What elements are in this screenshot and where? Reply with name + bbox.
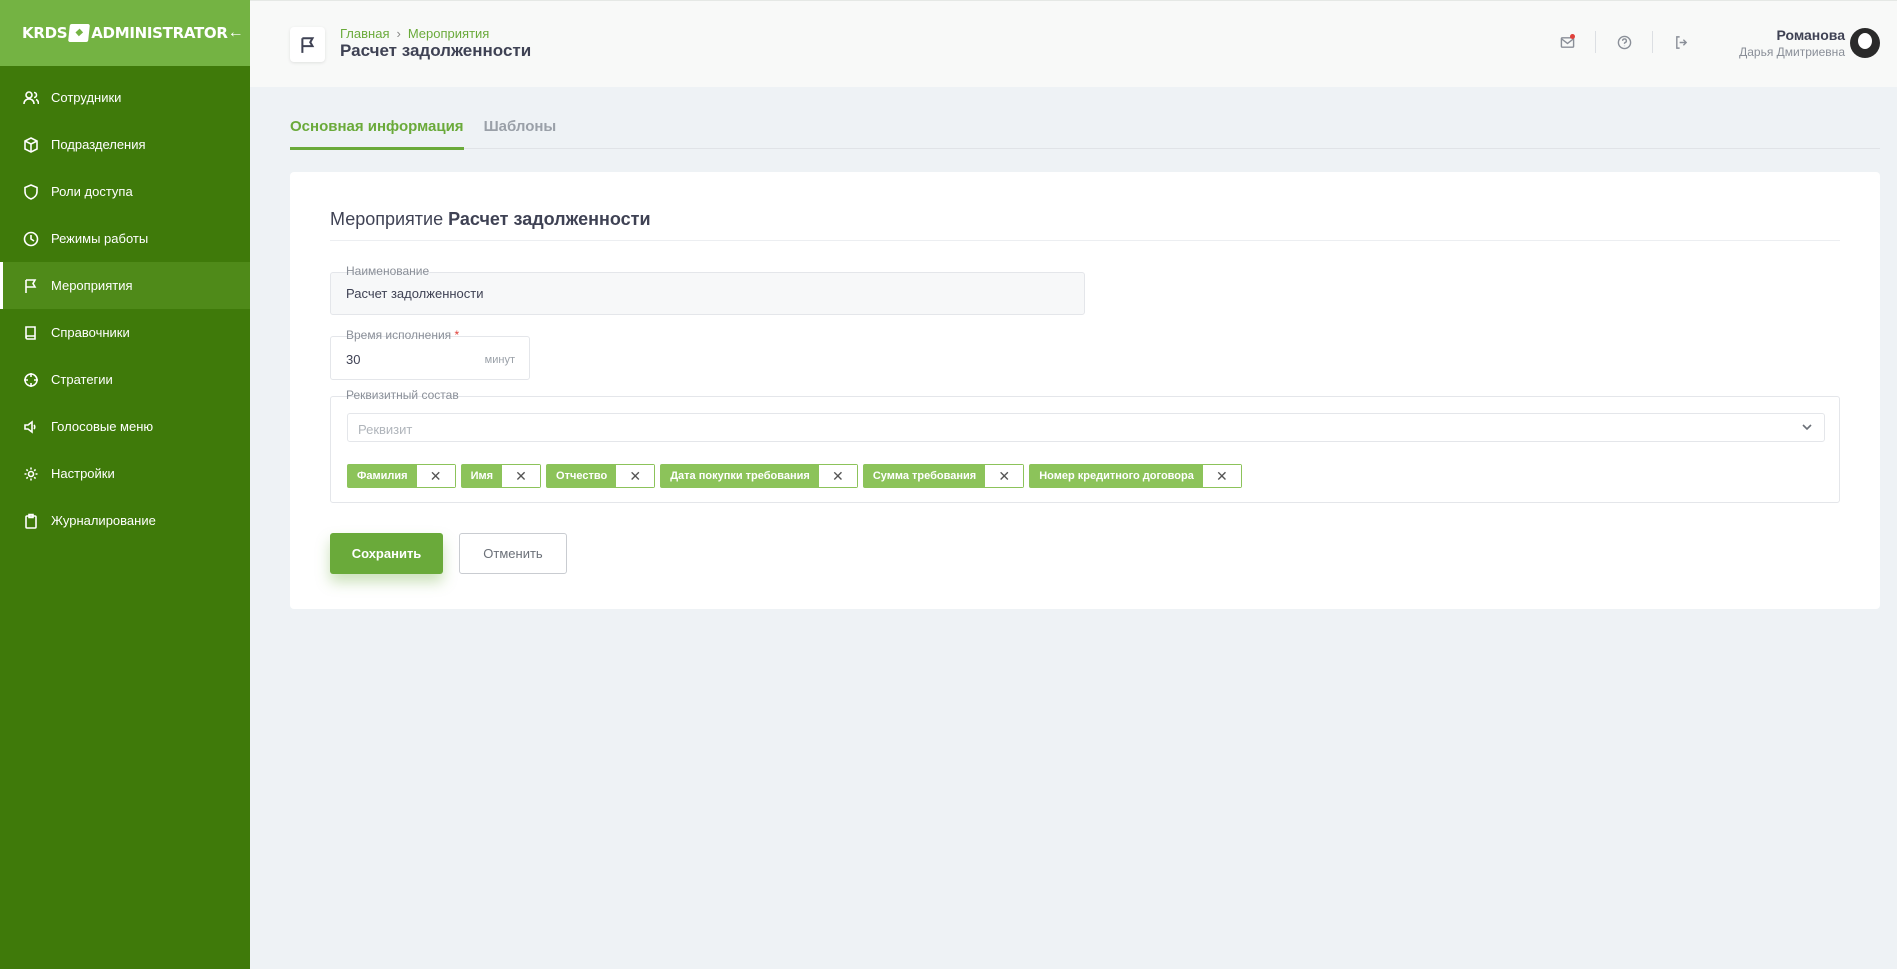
flag-icon (290, 27, 325, 62)
requisites-label: Реквизитный состав (344, 388, 461, 402)
clipboard-icon (23, 513, 39, 529)
sidebar-item-label: Мероприятия (51, 278, 133, 293)
sidebar: KRDS ◆ ADMINISTRATOR ← Сотрудники Подраз… (0, 0, 250, 969)
chip-purchase-date: Дата покупки требования ✕ (660, 464, 858, 488)
sidebar-item-schedules[interactable]: Режимы работы (0, 215, 250, 262)
speaker-icon (23, 419, 39, 435)
close-icon[interactable]: ✕ (616, 465, 655, 487)
sidebar-item-logging[interactable]: Журналирование (0, 497, 250, 544)
chip-label: Номер кредитного договора (1030, 465, 1203, 487)
logo-text-right: ADMINISTRATOR (91, 24, 228, 42)
breadcrumb: Главная › Мероприятия (340, 26, 489, 41)
sidebar-item-label: Роли доступа (51, 184, 133, 199)
sidebar-item-label: Стратегии (51, 372, 113, 387)
logo-cube-icon: ◆ (68, 24, 91, 42)
brand-bar: KRDS ◆ ADMINISTRATOR ← (0, 0, 250, 66)
sidebar-item-employees[interactable]: Сотрудники (0, 74, 250, 121)
requisite-placeholder: Реквизит (358, 422, 413, 437)
tab-main-info[interactable]: Основная информация (290, 118, 464, 150)
cube-icon (23, 136, 39, 153)
requisites-group: Реквизитный состав Реквизит Фамилия ✕ Имя… (330, 388, 1840, 503)
sidebar-item-label: Голосовые меню (51, 419, 154, 434)
cancel-button[interactable]: Отменить (459, 533, 567, 574)
shield-icon (23, 183, 39, 200)
breadcrumb-home[interactable]: Главная (340, 26, 389, 41)
sidebar-item-label: Режимы работы (51, 231, 149, 246)
crosshair-icon (23, 372, 39, 388)
breadcrumb-events[interactable]: Мероприятия (408, 26, 490, 41)
flag-icon (23, 278, 39, 294)
sidebar-item-voice-menus[interactable]: Голосовые меню (0, 403, 250, 450)
execution-time-label: Время исполнения * (344, 328, 462, 342)
requisite-chips: Фамилия ✕ Имя ✕ Отчество ✕ Дата покупки тре… (347, 464, 1247, 488)
close-icon[interactable]: ✕ (818, 465, 857, 487)
chip-label: Имя (461, 465, 503, 487)
sidebar-menu: Сотрудники Подразделения Роли доступа Ре… (0, 66, 250, 544)
close-icon[interactable]: ✕ (1202, 465, 1241, 487)
sidebar-item-label: Настройки (51, 466, 115, 481)
users-icon (23, 90, 39, 106)
chip-label: Сумма требования (863, 465, 986, 487)
sidebar-item-roles[interactable]: Роли доступа (0, 168, 250, 215)
name-field[interactable]: Наименование Расчет задолженности (330, 264, 1085, 315)
close-icon[interactable]: ✕ (416, 465, 455, 487)
help-icon[interactable] (1614, 32, 1634, 52)
execution-time-field[interactable]: Время исполнения * 30 минут (330, 328, 530, 380)
card-title-name: Расчет задолженности (448, 209, 651, 229)
execution-time-value: 30 (346, 352, 361, 367)
card-title: Мероприятие Расчет задолженности (330, 209, 651, 230)
sidebar-item-label: Подразделения (51, 137, 146, 152)
card-title-prefix: Мероприятие (330, 209, 444, 229)
name-value: Расчет задолженности (346, 286, 484, 301)
divider (330, 240, 1840, 241)
chip-label: Фамилия (348, 465, 417, 487)
notification-dot (1570, 34, 1575, 39)
top-header: Главная › Мероприятия Расчет задолженности… (250, 0, 1897, 87)
mail-icon[interactable] (1557, 32, 1577, 52)
sidebar-item-settings[interactable]: Настройки (0, 450, 250, 497)
name-label: Наименование (344, 264, 432, 278)
chip-contract-number: Номер кредитного договора ✕ (1029, 464, 1242, 488)
chevron-down-icon (1800, 420, 1814, 434)
breadcrumb-separator: › (396, 26, 401, 41)
event-form-card: Мероприятие Расчет задолженности Наимено… (290, 172, 1880, 609)
chip-label: Дата покупки требования (661, 465, 819, 487)
sidebar-item-label: Сотрудники (51, 90, 122, 105)
chip-firstname: Имя ✕ (460, 464, 542, 488)
divider (1595, 31, 1596, 53)
execution-time-label-text: Время исполнения (346, 328, 452, 342)
sidebar-item-label: Справочники (51, 325, 130, 340)
arrow-left-icon[interactable]: ← (228, 24, 244, 42)
chip-surname: Фамилия ✕ (347, 464, 456, 488)
execution-time-unit: минут (484, 354, 515, 366)
avatar[interactable] (1850, 28, 1880, 58)
header-actions (1557, 31, 1691, 53)
save-button[interactable]: Сохранить (330, 533, 443, 574)
sidebar-item-references[interactable]: Справочники (0, 309, 250, 356)
logo-text-left: KRDS (22, 24, 68, 42)
chip-label: Отчество (547, 465, 617, 487)
chip-patronymic: Отчество ✕ (546, 464, 656, 488)
divider (1652, 31, 1653, 53)
tabs: Основная информация Шаблоны (290, 118, 1880, 150)
user-info[interactable]: Романова Дарья Дмитриевна (1739, 27, 1845, 59)
close-icon[interactable]: ✕ (502, 465, 541, 487)
page-title: Расчет задолженности (340, 41, 532, 60)
close-icon[interactable]: ✕ (985, 465, 1024, 487)
logo[interactable]: KRDS ◆ ADMINISTRATOR (22, 24, 228, 42)
logout-icon[interactable] (1671, 32, 1691, 52)
gear-icon (23, 466, 39, 482)
user-surname: Романова (1776, 27, 1845, 43)
user-name: Дарья Дмитриевна (1739, 45, 1845, 59)
tab-templates[interactable]: Шаблоны (484, 118, 557, 149)
clock-icon (23, 231, 39, 247)
requisite-select[interactable]: Реквизит (347, 413, 1825, 442)
required-marker: * (454, 328, 460, 342)
chip-claim-amount: Сумма требования ✕ (862, 464, 1025, 488)
sidebar-item-departments[interactable]: Подразделения (0, 121, 250, 168)
book-icon (23, 325, 39, 341)
sidebar-item-label: Журналирование (51, 513, 156, 528)
sidebar-item-events[interactable]: Мероприятия (0, 262, 250, 309)
sidebar-item-strategies[interactable]: Стратегии (0, 356, 250, 403)
